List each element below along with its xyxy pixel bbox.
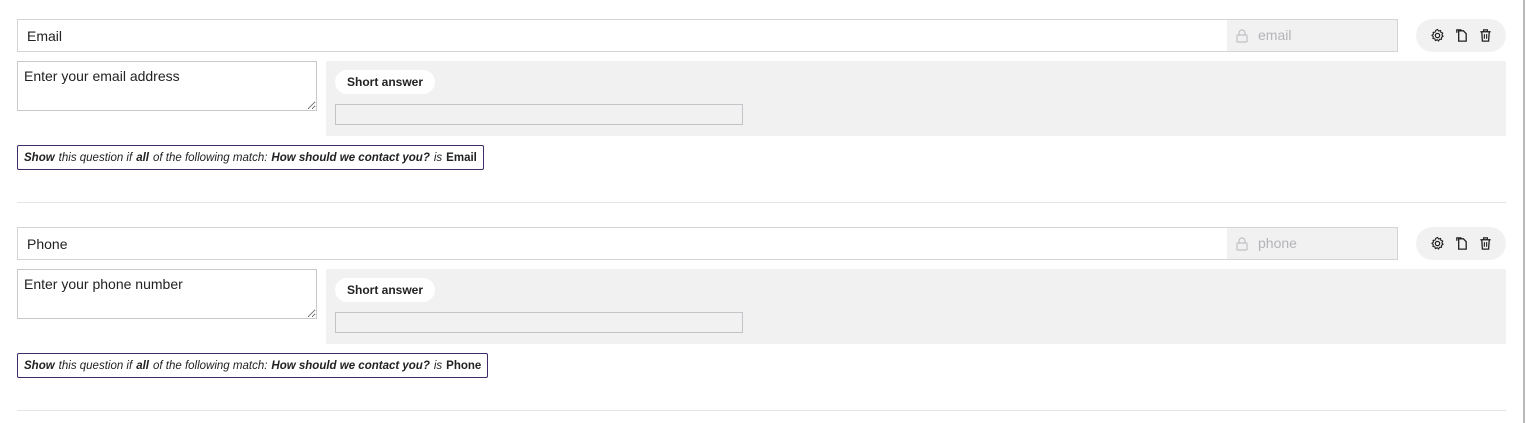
condition-operator: is (433, 151, 443, 164)
copy-icon[interactable] (1453, 27, 1470, 44)
display-condition-chip[interactable]: Show this question if all of the followi… (17, 145, 484, 170)
gear-icon[interactable] (1429, 235, 1446, 252)
question-description-textarea[interactable]: Enter your email address (17, 61, 317, 111)
condition-quantifier: all (136, 359, 149, 372)
condition-text: of the following match: (152, 151, 268, 164)
condition-text: of the following match: (152, 359, 268, 372)
question-title-input[interactable] (18, 20, 1227, 51)
condition-quantifier: all (136, 151, 149, 164)
trash-icon[interactable] (1477, 235, 1494, 252)
condition-field: How should we contact you? (271, 359, 430, 372)
scrollbar[interactable] (1523, 0, 1525, 423)
question-divider (17, 410, 1506, 411)
trash-icon[interactable] (1477, 27, 1494, 44)
condition-operator: is (433, 359, 443, 372)
question-description-wrap: Enter your email address (17, 61, 317, 111)
copy-icon[interactable] (1453, 235, 1470, 252)
lock-icon (1234, 236, 1250, 252)
question-description-textarea[interactable]: Enter your phone number (17, 269, 317, 319)
gear-icon[interactable] (1429, 27, 1446, 44)
display-condition-chip[interactable]: Show this question if all of the followi… (17, 353, 489, 378)
question-key-text: phone (1258, 234, 1297, 251)
condition-text: this question if (58, 151, 133, 164)
question-toolbar (1416, 227, 1506, 260)
question-card-phone: phone Enter your phone number Short answ… (0, 208, 1523, 416)
question-toolbar (1416, 19, 1506, 52)
condition-verb: Show (24, 359, 55, 372)
question-title-row: phone (17, 227, 1398, 260)
question-description-wrap: Enter your phone number (17, 269, 317, 319)
answer-preview-input (335, 104, 743, 125)
question-key-text: email (1258, 26, 1292, 43)
answer-panel: Short answer (326, 269, 1506, 344)
answer-type-button[interactable]: Short answer (335, 278, 436, 302)
answer-type-button[interactable]: Short answer (335, 70, 436, 94)
lock-icon (1234, 28, 1250, 44)
question-title-row: email (17, 19, 1398, 52)
condition-text: this question if (58, 359, 133, 372)
answer-preview-input (335, 312, 743, 333)
condition-verb: Show (24, 151, 55, 164)
condition-field: How should we contact you? (271, 151, 430, 164)
question-card-email: email Enter your email address Short ans… (0, 0, 1523, 208)
question-key-field: phone (1227, 228, 1397, 259)
condition-value: Phone (446, 359, 482, 372)
answer-panel: Short answer (326, 61, 1506, 136)
question-divider (17, 202, 1506, 203)
question-title-input[interactable] (18, 228, 1227, 259)
question-key-field: email (1227, 20, 1397, 51)
condition-value: Email (446, 151, 477, 164)
